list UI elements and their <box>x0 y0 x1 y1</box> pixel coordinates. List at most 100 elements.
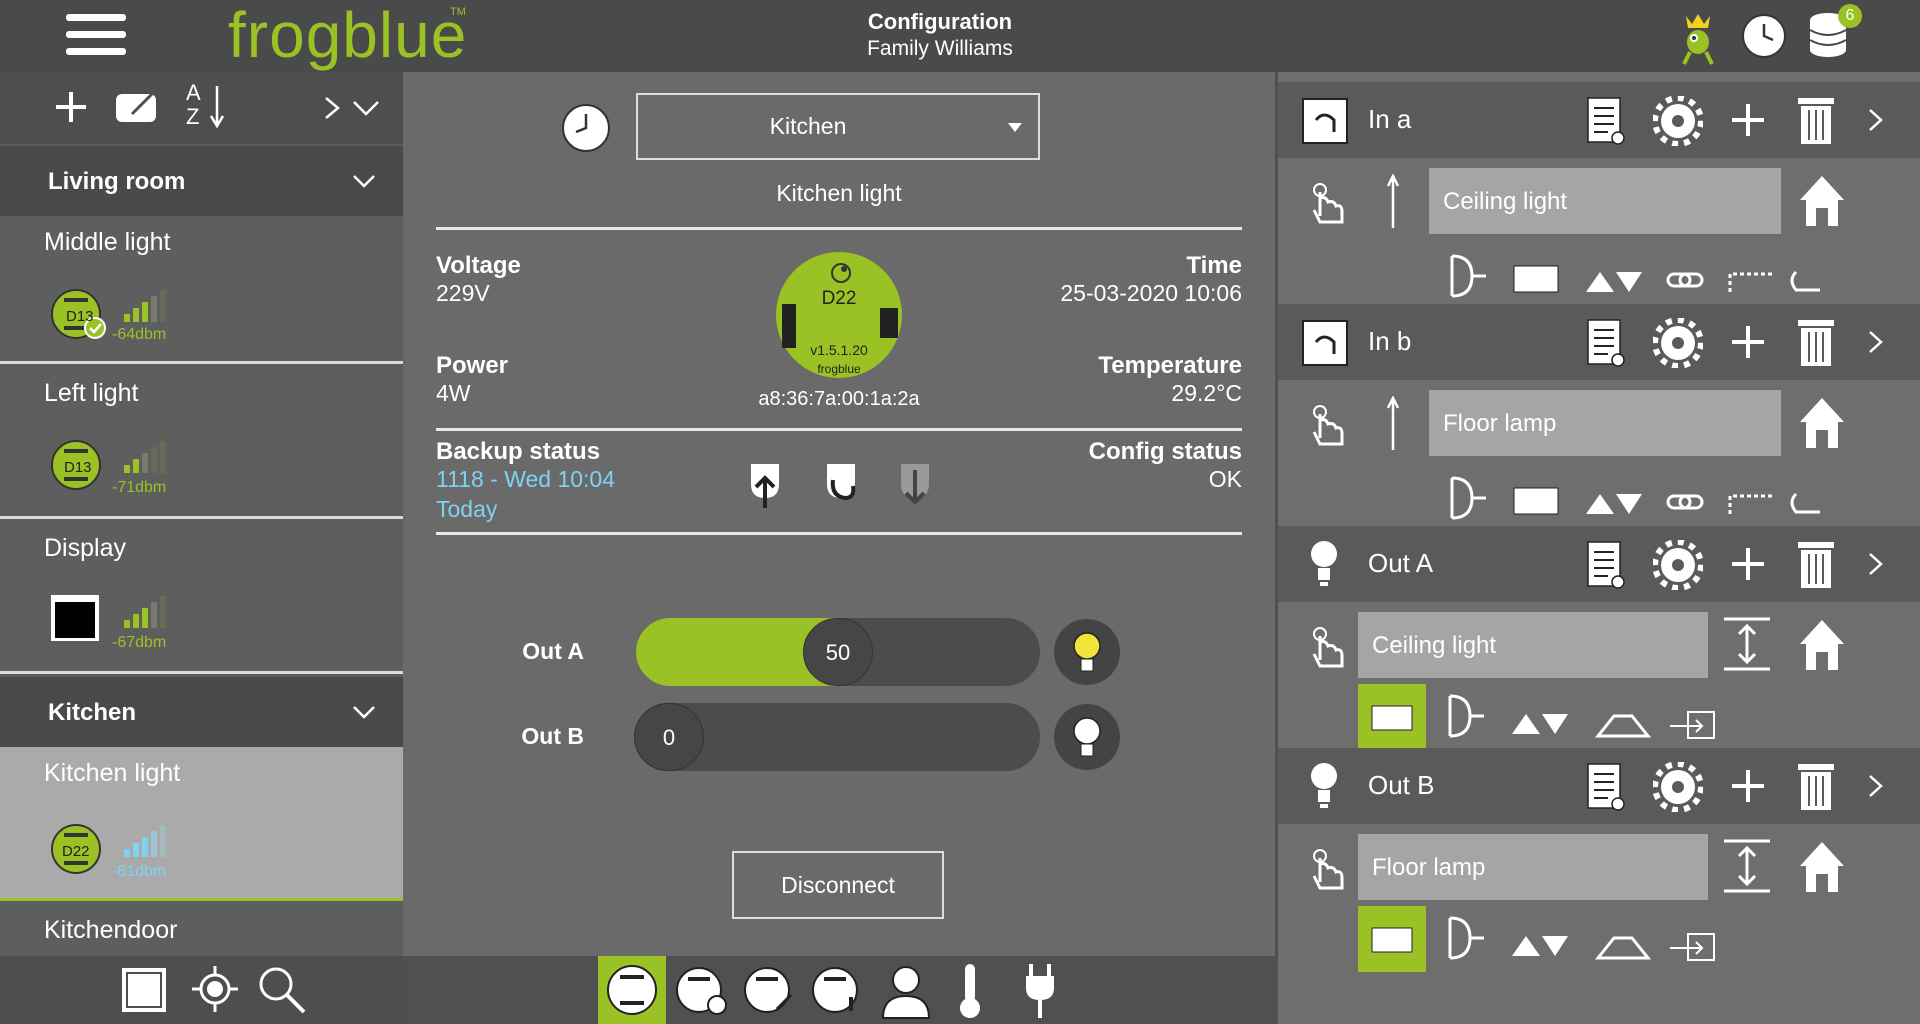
menu-icon[interactable] <box>66 14 126 56</box>
output-header-out-b[interactable]: Out B <box>1278 748 1920 824</box>
tab-plug[interactable] <box>1023 962 1057 1020</box>
sort-a-label[interactable]: A <box>186 82 201 104</box>
config-status-label: Config status <box>1088 438 1242 465</box>
device-item-display[interactable]: Display -67dbm <box>0 522 403 674</box>
room-select[interactable]: Kitchen <box>636 93 1040 160</box>
input-header-in-a[interactable]: In a <box>1278 82 1920 158</box>
chevron-down-icon[interactable] <box>352 705 376 721</box>
output-function-icons[interactable] <box>1438 688 1758 746</box>
backup-download-icon[interactable] <box>895 460 935 512</box>
log-list-icon[interactable] <box>1586 540 1626 590</box>
sort-z-label[interactable]: Z <box>186 106 199 128</box>
clock-icon[interactable] <box>1740 12 1788 60</box>
backup-restore-icon[interactable] <box>821 460 861 512</box>
trash-icon[interactable] <box>1796 538 1836 590</box>
divider <box>436 428 1242 431</box>
tab-device-settings[interactable] <box>673 963 733 1019</box>
dim-range-icon[interactable] <box>1722 838 1772 894</box>
output-target-field[interactable]: Floor lamp <box>1358 834 1708 900</box>
input-header-in-b[interactable]: In b <box>1278 304 1920 380</box>
chevron-right-icon[interactable] <box>1868 774 1884 798</box>
trash-icon[interactable] <box>1796 316 1836 368</box>
add-icon[interactable] <box>1730 546 1766 582</box>
log-list-icon[interactable] <box>1586 96 1626 146</box>
output-target: Ceiling light <box>1372 632 1497 659</box>
logo-tm: TM <box>450 6 466 18</box>
device-detail-panel: Kitchen Kitchen light Voltage 229V Power… <box>403 72 1275 1024</box>
add-icon[interactable] <box>1730 768 1766 804</box>
backup-day: Today <box>436 496 498 522</box>
add-icon[interactable] <box>1730 324 1766 360</box>
signal-bars-icon <box>124 825 166 857</box>
device-item-left-light[interactable]: Left light D13 -71dbm <box>0 367 403 519</box>
device-name: Kitchendoor <box>44 916 178 944</box>
out-a-slider-knob[interactable]: 50 <box>803 618 873 686</box>
gear-icon[interactable] <box>1653 318 1703 368</box>
output-header-out-a[interactable]: Out A <box>1278 526 1920 602</box>
out-b-slider[interactable]: 0 <box>634 703 1040 771</box>
trash-icon[interactable] <box>1796 94 1836 146</box>
backup-upload-icon[interactable] <box>745 460 785 512</box>
home-icon[interactable] <box>1798 396 1846 450</box>
output-name: Out A <box>1368 548 1434 578</box>
search-icon[interactable] <box>256 964 308 1016</box>
tab-device[interactable] <box>598 956 666 1024</box>
sidebar-bottom-bar <box>0 956 403 1024</box>
device-item-kitchendoor[interactable]: Kitchendoor <box>0 904 403 960</box>
tab-temperature[interactable] <box>955 962 985 1020</box>
log-list-icon[interactable] <box>1586 762 1626 812</box>
locate-icon[interactable] <box>190 964 240 1014</box>
home-icon[interactable] <box>1798 174 1846 228</box>
tab-user[interactable] <box>879 962 933 1020</box>
input-function-icons[interactable] <box>1440 474 1820 524</box>
home-icon[interactable] <box>1798 840 1846 894</box>
out-a-slider[interactable]: 50 <box>636 618 1040 686</box>
input-target-field[interactable]: Ceiling light <box>1429 168 1781 234</box>
output-function-icons[interactable] <box>1438 910 1758 968</box>
gear-icon[interactable] <box>1653 96 1703 146</box>
add-icon[interactable] <box>54 90 88 124</box>
chevron-right-icon[interactable] <box>1868 552 1884 576</box>
out-b-slider-knob[interactable]: 0 <box>634 703 704 771</box>
edit-icon[interactable] <box>114 88 162 126</box>
disconnect-button[interactable]: Disconnect <box>732 851 944 919</box>
trash-icon[interactable] <box>1796 760 1836 812</box>
out-b-bulb-icon[interactable] <box>1053 703 1121 771</box>
dim-range-icon[interactable] <box>1722 616 1772 672</box>
signal-strength: -64dbm <box>112 326 167 343</box>
backup-status-value[interactable]: 1118 - Wed 10:04 <box>436 466 615 493</box>
signal-strength: -67dbm <box>112 634 167 651</box>
square-view-icon[interactable] <box>120 966 168 1014</box>
group-header-living-room[interactable]: Living room <box>0 146 403 216</box>
tab-device-info[interactable] <box>809 963 869 1019</box>
gear-icon[interactable] <box>1653 540 1703 590</box>
home-icon[interactable] <box>1798 618 1846 672</box>
clock-icon[interactable] <box>560 102 612 154</box>
device-title: Kitchen light <box>776 180 902 206</box>
chip-label: D22 <box>62 843 90 860</box>
chevron-right-icon[interactable] <box>1868 330 1884 354</box>
device-item-middle-light[interactable]: Middle light D13 -64dbm <box>0 216 403 364</box>
out-a-label: Out A <box>522 638 584 664</box>
gear-icon[interactable] <box>1653 762 1703 812</box>
input-function-icons[interactable] <box>1440 252 1820 302</box>
chevron-down-icon[interactable] <box>352 174 376 190</box>
tab-device-edit[interactable] <box>741 963 801 1019</box>
add-icon[interactable] <box>1730 102 1766 138</box>
device-chip-image: D22 v1.5.1.20 frogblue <box>776 252 902 378</box>
chevron-right-icon[interactable] <box>1868 108 1884 132</box>
signal-strength: -61dbm <box>112 863 167 880</box>
frog-king-icon[interactable] <box>1676 6 1720 66</box>
signal-bars-icon <box>124 596 166 628</box>
log-list-icon[interactable] <box>1586 318 1626 368</box>
group-header-kitchen[interactable]: Kitchen <box>0 677 403 747</box>
out-a-bulb-icon[interactable] <box>1053 618 1121 686</box>
input-target-field[interactable]: Floor lamp <box>1429 390 1781 456</box>
output-mode-switch-active[interactable] <box>1358 906 1426 972</box>
chip-label: D13 <box>66 308 94 325</box>
expand-chevrons-icon[interactable] <box>322 96 392 120</box>
output-target-field[interactable]: Ceiling light <box>1358 612 1708 678</box>
device-item-kitchen-light[interactable]: Kitchen light D22 -61dbm <box>0 747 403 901</box>
sort-arrow-icon[interactable] <box>210 84 224 128</box>
output-mode-switch-active[interactable] <box>1358 684 1426 750</box>
